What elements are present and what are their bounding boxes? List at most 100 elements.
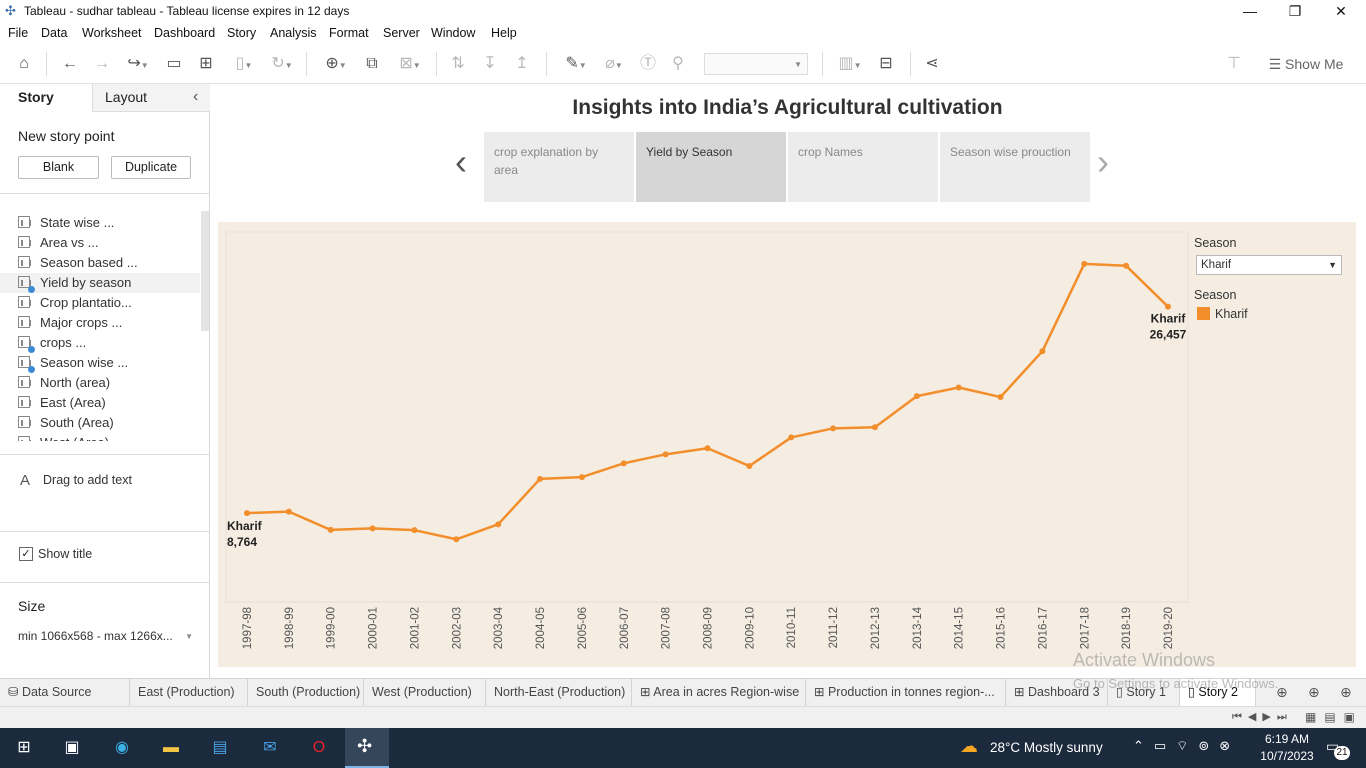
sheet-item[interactable]: Crop plantatio... — [18, 293, 203, 313]
data-point[interactable] — [453, 536, 460, 543]
home-icon[interactable]: ⌂ — [12, 52, 36, 76]
sheet-item[interactable]: West (Area) — [18, 433, 203, 441]
edge-browser-icon[interactable]: ◉ — [110, 736, 134, 760]
sheet-item[interactable]: Major crops ... — [18, 313, 203, 333]
opera-browser-icon[interactable]: O — [307, 736, 331, 760]
data-point[interactable] — [1039, 348, 1046, 355]
clock-date[interactable]: 10/7/2023 — [1257, 749, 1317, 763]
tab-story[interactable]: Story — [0, 84, 92, 112]
story-point-1[interactable]: crop explanation by area — [484, 132, 634, 202]
task-view-icon[interactable]: ▣ — [60, 736, 84, 760]
menu-story[interactable]: Story — [227, 26, 256, 40]
refresh-icon[interactable]: ↻▼ — [264, 52, 300, 76]
duplicate-button[interactable]: Duplicate — [111, 156, 191, 179]
sheet-list-scrollbar[interactable] — [201, 211, 209, 331]
new-worksheet-icon[interactable]: ⊕▼ — [318, 52, 354, 76]
story-point-2[interactable]: Yield by Season — [636, 132, 786, 202]
tab-navigation-arrows[interactable]: ⏮◀▶⏭ — [1232, 710, 1293, 724]
sheet-item[interactable]: State wise ... — [18, 213, 203, 233]
menu-analysis[interactable]: Analysis — [270, 26, 317, 40]
data-point[interactable] — [495, 521, 502, 528]
store-icon[interactable]: ▤ — [208, 736, 232, 760]
sheet-tab[interactable]: ⊞ Area in acres Region-wise — [632, 679, 806, 706]
highlight-icon[interactable]: ✎▼ — [558, 52, 594, 76]
windows-start-icon[interactable]: ⊞ — [12, 736, 36, 760]
story-point-4[interactable]: Season wise prouction — [940, 132, 1090, 202]
sheet-tab[interactable]: West (Production) — [364, 679, 486, 706]
sheet-item[interactable]: East (Area) — [18, 393, 203, 413]
sheet-tab[interactable]: South (Production) — [248, 679, 364, 706]
data-point[interactable] — [746, 463, 753, 469]
pause-icon[interactable]: ▯▼ — [226, 52, 262, 76]
data-point[interactable] — [913, 393, 920, 400]
sort-descending-icon[interactable]: ↥ — [510, 52, 534, 76]
data-point[interactable] — [1165, 303, 1171, 310]
pin-icon[interactable]: ⚲ — [666, 52, 690, 76]
fit-dropdown[interactable]: ▼ — [704, 53, 808, 75]
weather-text[interactable]: 28°C Mostly sunny — [990, 740, 1103, 755]
sheet-tab[interactable]: North-East (Production) — [486, 679, 632, 706]
replay-icon[interactable]: ↪▼ — [120, 52, 156, 76]
duplicate-sheet-icon[interactable]: ⧉ — [360, 52, 384, 76]
undo-icon[interactable]: ← — [58, 52, 82, 76]
new-dashboard-tab-icon[interactable]: ⊕ — [1308, 684, 1320, 701]
sheet-item[interactable]: Area vs ... — [18, 233, 203, 253]
clock-time[interactable]: 6:19 AM — [1257, 732, 1317, 746]
data-point[interactable] — [1081, 260, 1088, 267]
format-painter-icon[interactable]: ⊤ — [1222, 52, 1246, 76]
sheet-item[interactable]: Season wise ... — [18, 353, 203, 373]
show-me-button[interactable]: ☰ Show Me — [1258, 52, 1354, 76]
show-title-checkbox[interactable]: ✓ — [19, 547, 33, 561]
close-button[interactable]: ✕ — [1318, 0, 1364, 23]
size-dropdown[interactable]: min 1066x568 - max 1266x... ▼ — [18, 629, 193, 643]
data-point[interactable] — [788, 434, 795, 441]
sort-ascending-icon[interactable]: ↧ — [478, 52, 502, 76]
data-point[interactable] — [662, 451, 669, 458]
maximize-button[interactable]: ❐ — [1272, 0, 1318, 23]
data-point[interactable] — [1123, 262, 1130, 269]
data-point[interactable] — [955, 384, 962, 391]
data-point[interactable] — [830, 425, 837, 432]
menu-help[interactable]: Help — [491, 26, 517, 40]
story-point-3[interactable]: crop Names — [788, 132, 938, 202]
sheet-item[interactable]: Season based ... — [18, 253, 203, 273]
system-tray-icons[interactable]: ⌃▭⌔⊚⊗ — [1133, 738, 1240, 754]
blank-button[interactable]: Blank — [18, 156, 99, 179]
sheet-item[interactable]: South (Area) — [18, 413, 203, 433]
view-toggle-icons[interactable]: ▦▤▣ — [1305, 710, 1363, 724]
menu-worksheet[interactable]: Worksheet — [82, 26, 142, 40]
next-story-point-button[interactable]: › — [1097, 144, 1109, 180]
sheet-tab[interactable]: ⊞ Production in tonnes region-... — [806, 679, 1006, 706]
data-point[interactable] — [244, 510, 250, 517]
sheet-item[interactable]: Yield by season — [0, 273, 200, 293]
new-story-tab-icon[interactable]: ⊕ — [1340, 684, 1352, 701]
share-icon[interactable]: ⋖ — [920, 52, 944, 76]
menu-file[interactable]: File — [8, 26, 28, 40]
labels-icon[interactable]: Ⓣ — [636, 52, 660, 76]
group-icon[interactable]: ⌀▼ — [596, 52, 632, 76]
file-explorer-icon[interactable]: ▬ — [159, 736, 183, 760]
data-point[interactable] — [871, 424, 878, 431]
data-point[interactable] — [997, 394, 1004, 401]
collapse-pane-icon[interactable]: ‹ — [193, 88, 198, 106]
sheet-item[interactable]: North (area) — [18, 373, 203, 393]
tableau-taskbar-button[interactable]: ✣ — [345, 728, 389, 768]
sheet-tab[interactable]: ⛁ Data Source — [0, 679, 130, 706]
data-point[interactable] — [704, 445, 711, 452]
menu-dashboard[interactable]: Dashboard — [154, 26, 215, 40]
clear-sheet-icon[interactable]: ⊠▼ — [392, 52, 428, 76]
redo-icon[interactable]: → — [90, 52, 114, 76]
menu-data[interactable]: Data — [41, 26, 67, 40]
save-icon[interactable]: ▭ — [162, 52, 186, 76]
data-point[interactable] — [327, 526, 334, 533]
drag-to-add-text[interactable]: Drag to add text — [43, 473, 132, 487]
menu-format[interactable]: Format — [329, 26, 369, 40]
data-point[interactable] — [369, 525, 376, 532]
minimize-button[interactable]: — — [1227, 0, 1273, 23]
data-point[interactable] — [620, 460, 627, 467]
data-point[interactable] — [537, 475, 544, 482]
sheet-item[interactable]: crops ... — [18, 333, 203, 353]
previous-story-point-button[interactable]: ‹ — [455, 144, 467, 180]
data-point[interactable] — [285, 508, 292, 515]
swap-icon[interactable]: ⇅ — [446, 52, 470, 76]
